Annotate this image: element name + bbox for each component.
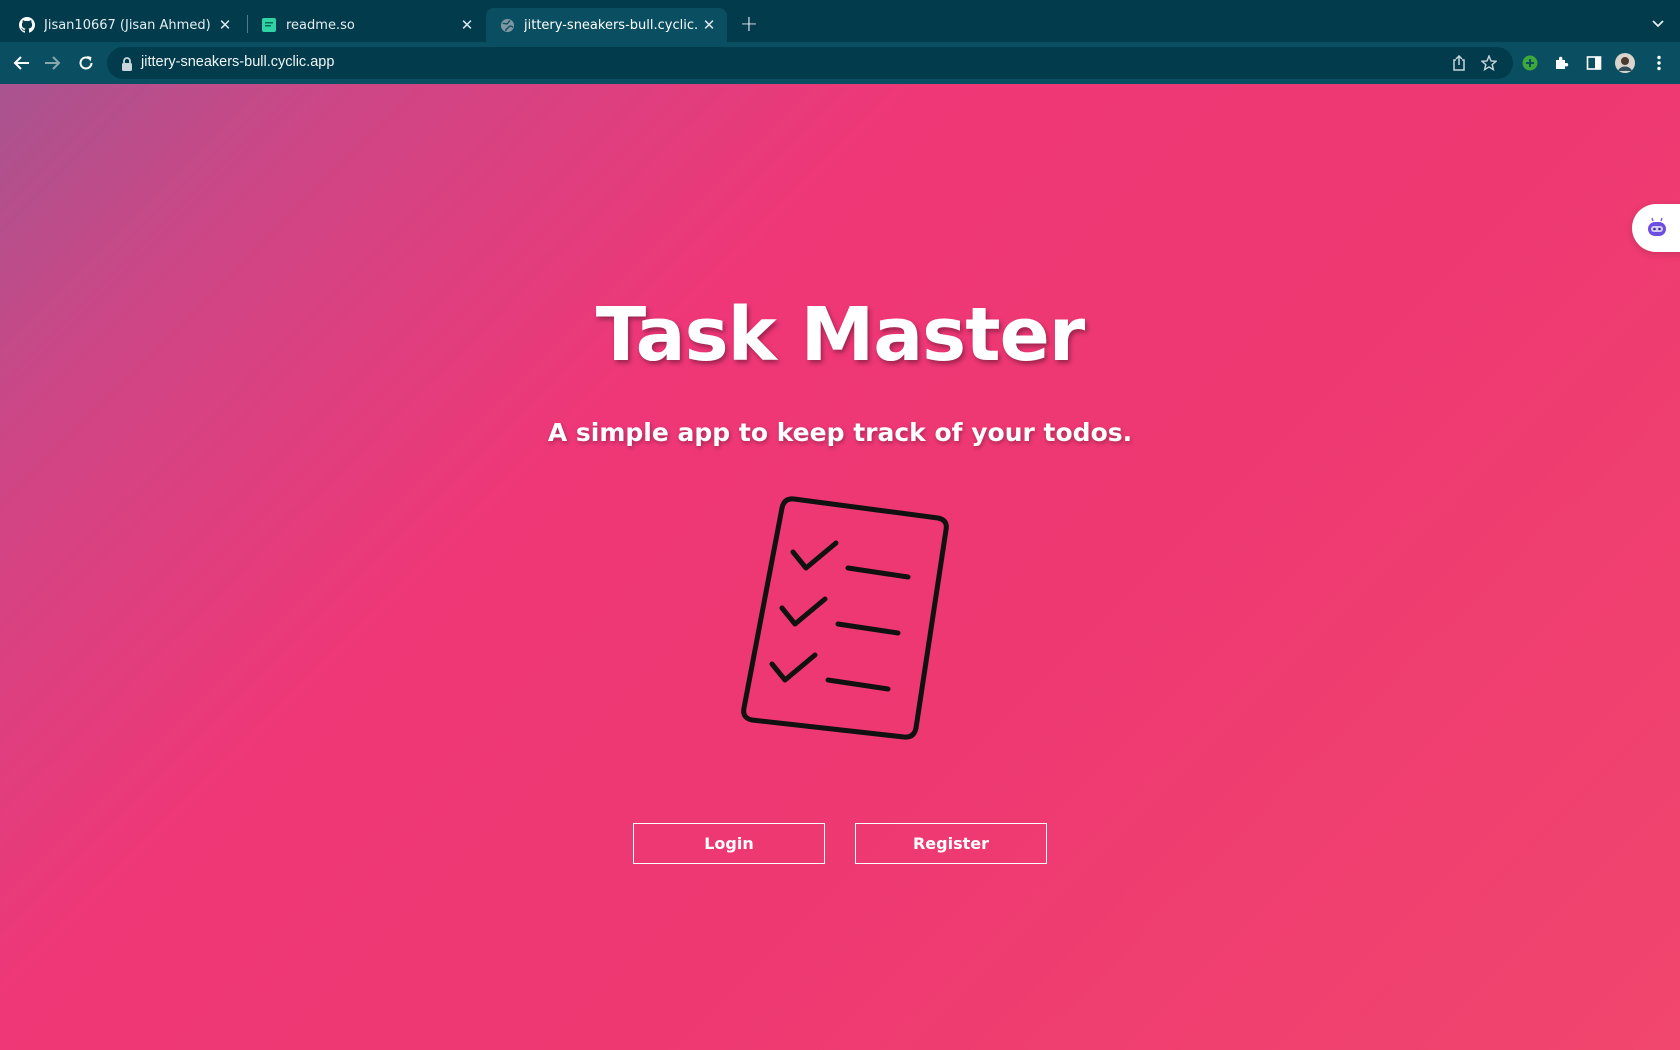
- tab-label: readme.so: [286, 17, 355, 33]
- page-subtitle: A simple app to keep track of your todos…: [547, 418, 1133, 447]
- reload-icon[interactable]: [72, 49, 100, 77]
- page-title: Task Master: [595, 292, 1086, 378]
- close-tab-icon[interactable]: ✕: [215, 15, 235, 35]
- extensions-puzzle-icon[interactable]: [1548, 49, 1576, 77]
- tab-label: jittery-sneakers-bull.cyclic.app: [524, 17, 699, 33]
- browser-toolbar: jittery-sneakers-bull.cyclic.app: [0, 42, 1680, 84]
- robot-icon: [1648, 217, 1666, 236]
- tab-cyclic-app[interactable]: jittery-sneakers-bull.cyclic.app ✕: [486, 8, 727, 42]
- extension-plus-icon[interactable]: [1516, 49, 1544, 77]
- close-tab-icon[interactable]: ✕: [457, 15, 477, 35]
- tab-strip: Jisan10667 (Jisan Ahmed) ✕ readme.so ✕ j…: [0, 0, 1680, 42]
- checklist-clipboard-icon: [741, 496, 949, 740]
- github-icon: [19, 17, 35, 33]
- address-bar[interactable]: jittery-sneakers-bull.cyclic.app: [107, 47, 1513, 79]
- tab-label: Jisan10667 (Jisan Ahmed): [44, 17, 211, 33]
- lock-icon[interactable]: [121, 56, 135, 71]
- side-panel-icon[interactable]: [1580, 49, 1608, 77]
- close-tab-icon[interactable]: ✕: [699, 15, 719, 35]
- page-viewport: Task Master A simple app to keep track o…: [0, 84, 1680, 1050]
- assistant-bot-bubble[interactable]: [1632, 204, 1680, 252]
- more-menu-icon[interactable]: [1645, 49, 1673, 77]
- share-icon[interactable]: [1450, 54, 1468, 72]
- login-button[interactable]: Login: [633, 823, 825, 864]
- register-button[interactable]: Register: [855, 823, 1047, 864]
- readme-so-icon: [261, 17, 277, 33]
- back-arrow-icon[interactable]: [7, 49, 35, 77]
- profile-avatar[interactable]: [1611, 49, 1639, 77]
- tab-readme-so[interactable]: readme.so ✕: [242, 8, 485, 42]
- new-tab-icon[interactable]: +: [737, 12, 761, 37]
- globe-icon: [499, 17, 515, 33]
- forward-arrow-icon[interactable]: [39, 49, 67, 77]
- tab-github[interactable]: Jisan10667 (Jisan Ahmed) ✕: [0, 8, 243, 42]
- url-text[interactable]: jittery-sneakers-bull.cyclic.app: [141, 54, 334, 70]
- bookmark-star-icon[interactable]: [1480, 54, 1498, 72]
- chevron-down-icon[interactable]: [1648, 12, 1668, 36]
